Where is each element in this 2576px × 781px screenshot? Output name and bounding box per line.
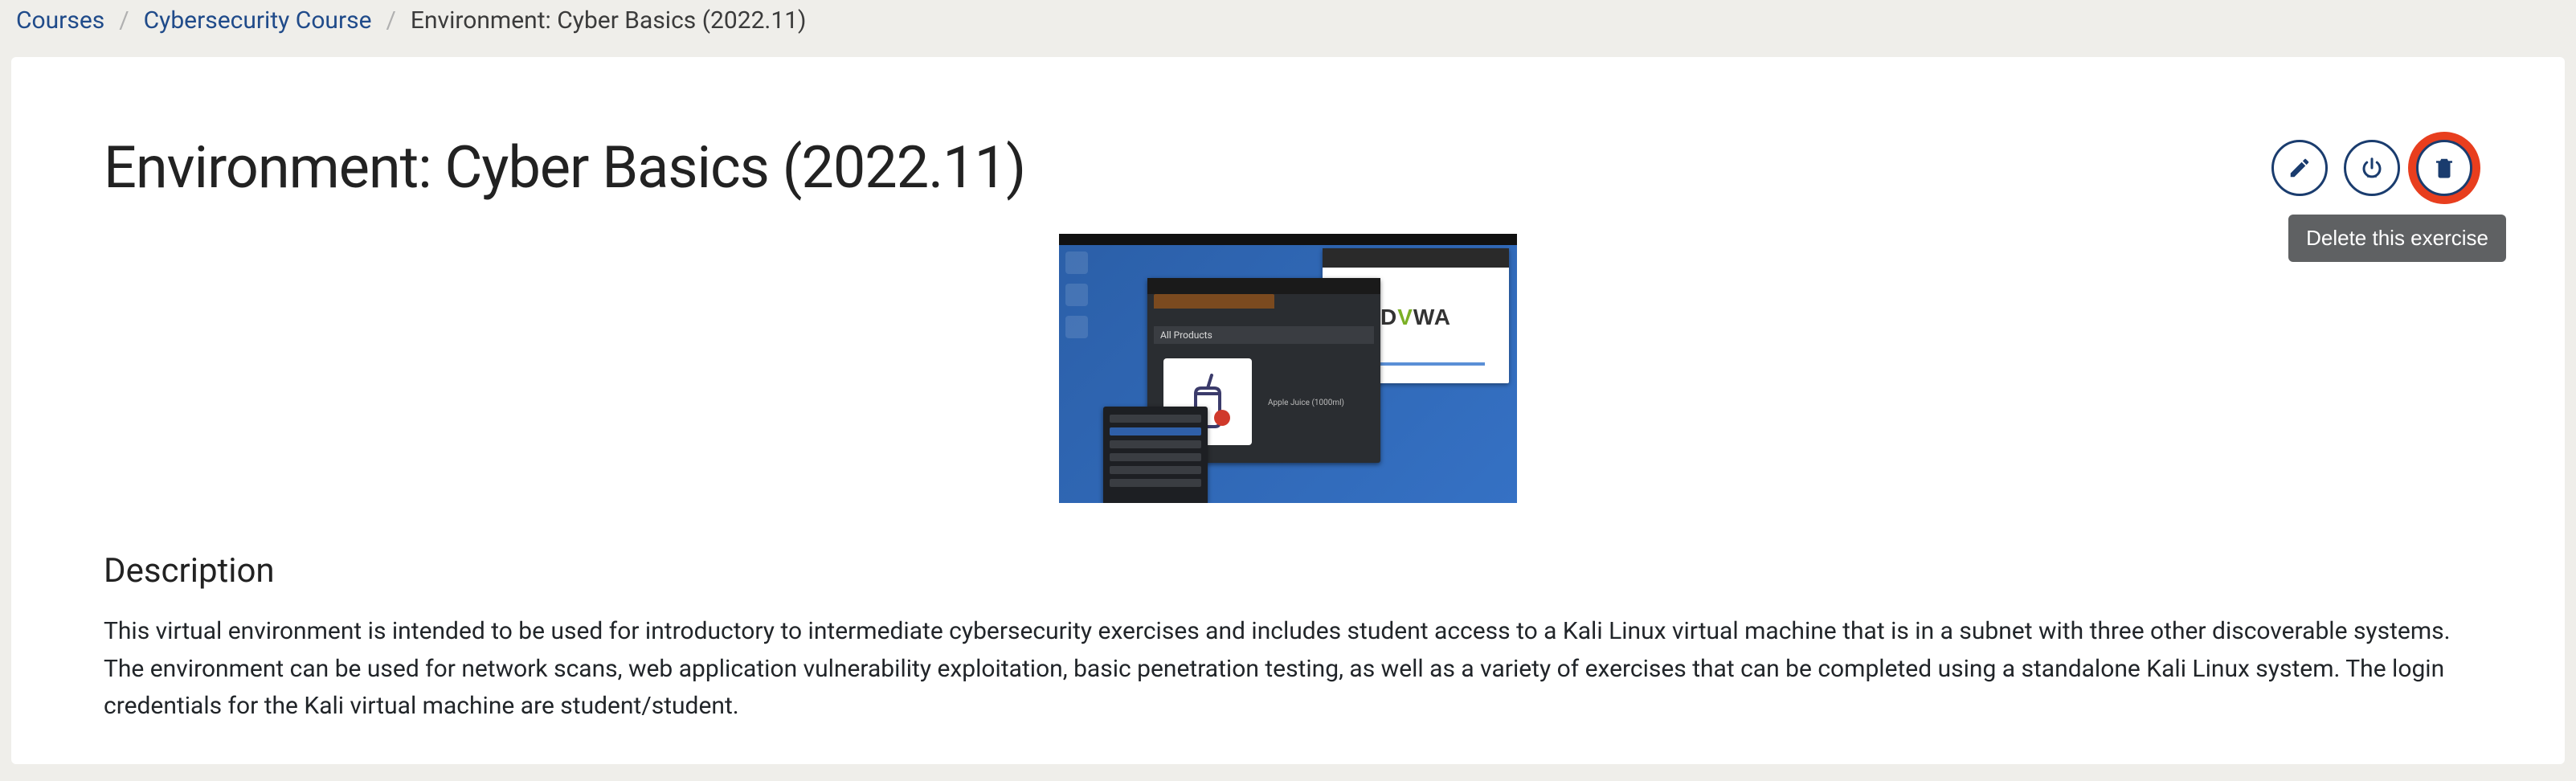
power-icon	[2360, 156, 2384, 180]
breadcrumb: Courses / Cybersecurity Course / Environ…	[0, 0, 2576, 49]
breadcrumb-separator-icon: /	[119, 6, 129, 35]
description-heading: Description	[104, 551, 2472, 591]
pencil-icon	[2288, 156, 2312, 180]
breadcrumb-separator-icon: /	[386, 6, 396, 35]
trash-icon	[2432, 156, 2456, 180]
delete-button[interactable]: Delete this exercise	[2416, 140, 2472, 196]
header-row: Environment: Cyber Basics (2022.11)	[104, 133, 2472, 202]
description-body: This virtual environment is intended to …	[104, 613, 2472, 726]
page-title: Environment: Cyber Basics (2022.11)	[104, 133, 1025, 202]
edit-button[interactable]	[2271, 140, 2328, 196]
breadcrumb-current: Environment: Cyber Basics (2022.11)	[411, 6, 807, 35]
content-card: Environment: Cyber Basics (2022.11)	[11, 57, 2565, 764]
action-bar: Delete this exercise	[2271, 140, 2472, 196]
environment-preview-image: DVWA All Products Apple Juice (1000ml)	[1059, 234, 1517, 503]
delete-tooltip: Delete this exercise	[2288, 215, 2506, 262]
breadcrumb-courses-link[interactable]: Courses	[16, 6, 104, 35]
power-button[interactable]	[2344, 140, 2400, 196]
breadcrumb-course-link[interactable]: Cybersecurity Course	[144, 6, 372, 35]
